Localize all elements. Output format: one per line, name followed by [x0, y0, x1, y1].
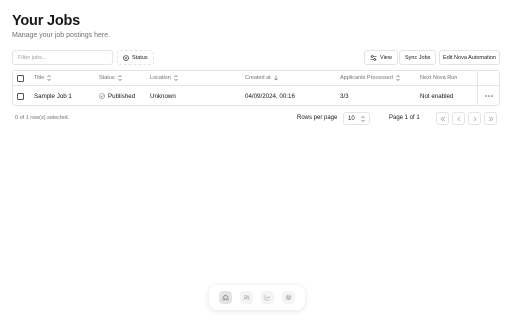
rows-per-page-value: 10: [348, 115, 355, 122]
row-actions-button[interactable]: [477, 86, 499, 105]
chevron-left-icon: [457, 116, 460, 121]
home-icon: [222, 294, 229, 301]
job-status-label: Published: [108, 92, 136, 100]
job-location-cell: Unknown: [150, 92, 176, 100]
sync-jobs-button[interactable]: Sync Jobs: [399, 50, 437, 65]
dock-analytics-button[interactable]: [261, 291, 274, 304]
plus-circle-icon: [123, 54, 129, 61]
rows-per-page-select[interactable]: 10: [343, 112, 370, 125]
table-header-row: Title Status Location Created at Applica…: [13, 71, 499, 86]
job-applicants-processed-cell: 3/3: [340, 92, 349, 100]
dock-users-button[interactable]: [240, 291, 253, 304]
toolbar: Status View Sync Jobs Edit Nova Automati…: [12, 50, 500, 65]
selection-count: 0 of 1 row(s) selected.: [15, 115, 70, 121]
sort-icon: [174, 75, 178, 81]
first-page-button[interactable]: [436, 112, 449, 125]
settings-icon: [285, 294, 292, 301]
filter-jobs-input[interactable]: [12, 50, 113, 65]
status-filter-label: Status: [132, 54, 148, 61]
sliders-icon: [370, 54, 377, 61]
column-header-label: Created at: [245, 75, 271, 81]
sort-icon: [117, 75, 122, 81]
edit-nova-automation-button[interactable]: Edit Nova Automation: [439, 50, 500, 65]
table-row[interactable]: Sample Job 1 Published Unknown 04/09/202…: [13, 86, 499, 105]
select-all-checkbox[interactable]: [17, 74, 24, 82]
page-title: Your Jobs: [12, 13, 81, 29]
job-next-nova-run-cell: Not enabled: [420, 92, 454, 100]
sync-jobs-label: Sync Jobs: [405, 54, 431, 61]
last-page-button[interactable]: [484, 112, 497, 125]
check-circle-icon: [99, 93, 105, 99]
chevrons-right-icon: [488, 116, 493, 121]
column-header-title[interactable]: Title: [34, 71, 51, 85]
previous-page-button[interactable]: [452, 112, 465, 125]
job-status-cell: Published: [99, 86, 136, 105]
users-icon: [243, 295, 250, 301]
column-header-status[interactable]: Status: [99, 71, 122, 85]
column-header-location[interactable]: Location: [150, 71, 178, 85]
chevron-right-icon: [473, 116, 476, 121]
status-filter-button[interactable]: Status: [117, 50, 154, 65]
column-header-label: Applicants Processed: [340, 75, 393, 81]
column-header-applicants-processed[interactable]: Applicants Processed: [340, 71, 400, 85]
view-options-label: View: [380, 54, 392, 61]
view-options-button[interactable]: View: [364, 50, 398, 65]
bottom-dock: [209, 285, 305, 310]
more-horizontal-icon: [484, 95, 493, 97]
arrow-down-icon: [273, 75, 278, 81]
jobs-table: Title Status Location Created at Applica…: [12, 70, 500, 106]
next-page-button[interactable]: [468, 112, 481, 125]
page-subtitle: Manage your job postings here.: [12, 32, 111, 39]
dock-home-button[interactable]: [219, 291, 232, 304]
row-select-cell: [17, 86, 24, 105]
select-all-cell: [17, 71, 24, 85]
sort-icon: [396, 75, 400, 81]
actions-header-cell: [477, 71, 499, 85]
row-select-checkbox[interactable]: [17, 92, 24, 100]
column-header-next-nova-run[interactable]: Next Nova Run: [420, 71, 457, 85]
sort-icon: [47, 75, 51, 81]
column-header-label: Location: [150, 75, 171, 81]
column-header-created-at[interactable]: Created at: [245, 71, 278, 85]
job-created-at-cell: 04/09/2024, 00:16: [245, 92, 295, 100]
chart-icon: [264, 295, 271, 301]
dock-settings-button[interactable]: [282, 291, 295, 304]
edit-nova-automation-label: Edit Nova Automation: [443, 54, 496, 61]
chevrons-left-icon: [440, 116, 445, 121]
job-title-cell[interactable]: Sample Job 1: [34, 86, 72, 105]
column-header-label: Title: [34, 75, 45, 81]
column-header-label: Next Nova Run: [420, 75, 458, 81]
page-indicator: Page 1 of 1: [389, 115, 420, 121]
column-header-label: Status: [99, 75, 115, 81]
chevrons-up-down-icon: [361, 115, 365, 122]
rows-per-page-label: Rows per page: [297, 115, 338, 121]
